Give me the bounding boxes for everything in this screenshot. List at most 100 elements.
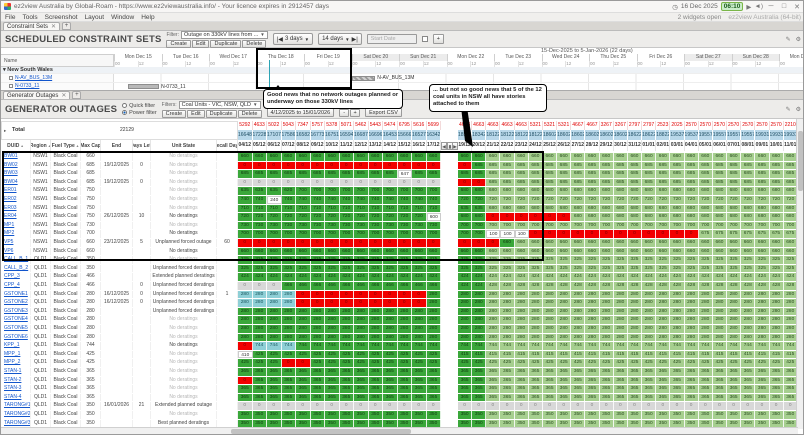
- availability-cell[interactable]: 685: [339, 170, 354, 178]
- availability-cell[interactable]: 685: [238, 170, 253, 178]
- availability-cell[interactable]: 365: [514, 385, 529, 393]
- availability-cell[interactable]: 280: [514, 299, 529, 307]
- availability-cell[interactable]: 685: [769, 178, 784, 187]
- availability-cell[interactable]: 660: [712, 153, 728, 161]
- availability-cell[interactable]: 660: [267, 247, 282, 256]
- availability-cell[interactable]: 365: [368, 368, 383, 376]
- availability-cell[interactable]: 685: [557, 170, 572, 178]
- availability-cell[interactable]: 0: [354, 299, 369, 307]
- duid-link[interactable]: GSTONE6: [1, 333, 31, 342]
- availability-cell[interactable]: 365: [727, 368, 742, 376]
- availability-cell[interactable]: 280: [627, 290, 643, 299]
- availability-cell[interactable]: 660: [238, 247, 253, 256]
- availability-cell[interactable]: 280: [500, 316, 515, 324]
- availability-cell[interactable]: 730: [397, 221, 412, 230]
- availability-cell[interactable]: 280: [472, 290, 487, 299]
- availability-cell[interactable]: 365: [325, 393, 340, 402]
- availability-cell[interactable]: 365: [368, 376, 383, 385]
- availability-cell[interactable]: 720: [656, 196, 671, 204]
- availability-cell[interactable]: 660: [557, 247, 572, 256]
- availability-cell[interactable]: 325: [613, 256, 628, 264]
- menu-help[interactable]: Help: [141, 14, 154, 21]
- availability-cell[interactable]: 680: [684, 213, 699, 221]
- availability-cell[interactable]: 740: [310, 196, 325, 204]
- availability-cell[interactable]: 685: [627, 178, 643, 187]
- availability-cell[interactable]: 424: [281, 273, 296, 281]
- availability-cell[interactable]: 425: [528, 359, 543, 367]
- availability-cell[interactable]: 280: [741, 333, 756, 342]
- availability-cell[interactable]: 280: [627, 333, 643, 342]
- availability-cell[interactable]: 660: [514, 239, 529, 247]
- availability-cell[interactable]: 680: [613, 213, 628, 221]
- availability-cell[interactable]: 685: [486, 161, 501, 170]
- availability-cell[interactable]: 350: [486, 411, 501, 419]
- availability-cell[interactable]: 280: [627, 307, 643, 316]
- tab-generator-outages[interactable]: Generator Outages ✕: [3, 91, 71, 99]
- availability-cell[interactable]: 680: [727, 204, 742, 213]
- availability-cell[interactable]: 660: [296, 247, 311, 256]
- availability-cell[interactable]: 325: [514, 264, 529, 273]
- availability-cell[interactable]: 0: [528, 402, 543, 410]
- availability-cell[interactable]: 424: [599, 273, 614, 281]
- gear-icon[interactable]: ⚙: [796, 106, 801, 113]
- availability-cell[interactable]: 280: [339, 307, 354, 316]
- availability-cell[interactable]: 325: [627, 264, 643, 273]
- constraint-duplicate-button[interactable]: Duplicate: [210, 39, 242, 48]
- availability-cell[interactable]: 425: [397, 359, 412, 367]
- availability-cell[interactable]: 365: [712, 385, 728, 393]
- availability-cell[interactable]: 660: [670, 247, 685, 256]
- availability-cell[interactable]: 325: [557, 264, 572, 273]
- availability-cell[interactable]: 365: [397, 385, 412, 393]
- availability-cell[interactable]: 700: [486, 221, 501, 230]
- availability-cell[interactable]: 325: [684, 256, 699, 264]
- availability-cell[interactable]: 685: [755, 178, 770, 187]
- availability-cell[interactable]: 0: [670, 402, 685, 410]
- availability-cell[interactable]: 425: [281, 350, 296, 359]
- availability-cell[interactable]: 280: [325, 316, 340, 324]
- availability-cell[interactable]: 0: [267, 282, 282, 290]
- availability-cell[interactable]: 720: [472, 196, 487, 204]
- availability-cell[interactable]: 660: [557, 239, 572, 247]
- availability-cell[interactable]: 325: [426, 256, 441, 264]
- availability-cell[interactable]: 720: [310, 213, 325, 221]
- availability-cell[interactable]: 680: [585, 187, 600, 195]
- duid-link[interactable]: BW03: [1, 170, 31, 178]
- availability-cell[interactable]: 280: [571, 333, 586, 342]
- availability-cell[interactable]: 0: [368, 239, 383, 247]
- availability-cell[interactable]: 680: [500, 187, 515, 195]
- availability-cell[interactable]: 325: [684, 264, 699, 273]
- availability-cell[interactable]: 0: [238, 161, 253, 170]
- availability-cell[interactable]: 365: [656, 376, 671, 385]
- availability-cell[interactable]: 280: [238, 290, 253, 299]
- availability-cell[interactable]: 744: [458, 342, 473, 350]
- availability-cell[interactable]: 0: [613, 402, 628, 410]
- availability-cell[interactable]: 744: [310, 342, 325, 350]
- availability-cell[interactable]: 325: [383, 264, 398, 273]
- availability-cell[interactable]: 730: [325, 221, 340, 230]
- availability-cell[interactable]: 685: [642, 178, 657, 187]
- availability-cell[interactable]: 0: [238, 376, 253, 385]
- availability-cell[interactable]: 685: [656, 170, 671, 178]
- availability-cell[interactable]: 280: [325, 307, 340, 316]
- menu-window[interactable]: Window: [111, 14, 134, 21]
- outage-bar[interactable]: [128, 84, 160, 89]
- availability-cell[interactable]: 280: [684, 333, 699, 342]
- availability-cell[interactable]: 720: [252, 213, 267, 221]
- availability-cell[interactable]: 680: [486, 204, 501, 213]
- availability-cell[interactable]: 685: [656, 161, 671, 170]
- availability-cell[interactable]: 0: [397, 402, 412, 410]
- availability-cell[interactable]: 350: [727, 411, 742, 419]
- availability-cell[interactable]: 280: [755, 290, 770, 299]
- availability-cell[interactable]: 0: [238, 402, 253, 410]
- availability-cell[interactable]: 425: [354, 359, 369, 367]
- availability-cell[interactable]: 415: [727, 350, 742, 359]
- availability-cell[interactable]: 365: [458, 376, 473, 385]
- availability-cell[interactable]: 685: [585, 161, 600, 170]
- availability-cell[interactable]: 0: [698, 402, 713, 410]
- availability-cell[interactable]: 700: [670, 221, 685, 230]
- availability-cell[interactable]: 660: [486, 153, 501, 161]
- availability-cell[interactable]: 680: [557, 187, 572, 195]
- availability-cell[interactable]: 325: [613, 264, 628, 273]
- availability-cell[interactable]: 710: [368, 204, 383, 213]
- duid-link[interactable]: TARONG#2: [1, 411, 31, 419]
